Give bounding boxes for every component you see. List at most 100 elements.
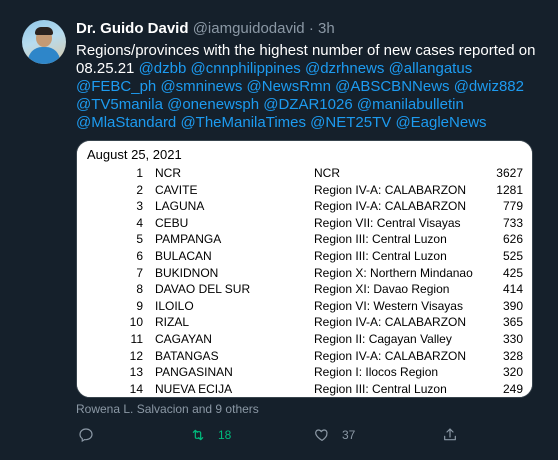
table-cell-rank: 4	[136, 215, 143, 230]
share-icon	[444, 428, 456, 441]
table-row: 6 BULACAN Region III: Central Luzon 525	[77, 248, 532, 264]
mention-list: @dzbb @cnnphilippines @dzrhnews @allanga…	[76, 60, 524, 131]
reply-button[interactable]	[78, 424, 94, 446]
table-row: 7 BUKIDNON Region X: Northern Mindanao 425	[77, 265, 532, 281]
table-cell-region: Region III: Central Luzon	[314, 381, 447, 396]
table-cell-region: Region IV-A: CALABARZON	[314, 315, 467, 330]
author-handle[interactable]: @iamguidodavid	[193, 20, 305, 37]
mention-link[interactable]: @FEBC_ph	[76, 78, 156, 95]
mention-link[interactable]: @MlaStandard	[76, 114, 176, 131]
author-name[interactable]: Dr. Guido David	[76, 20, 189, 37]
mention-link[interactable]: @manilabulletin	[357, 96, 464, 113]
table-row: 13 PANGASINAN Region I: Ilocos Region 320	[77, 364, 532, 380]
table-row: 1 NCR NCR 3627	[77, 165, 532, 181]
table-cell-province: CAGAYAN	[155, 332, 212, 346]
heart-icon	[315, 429, 328, 441]
table-cell-rank: 6	[136, 249, 143, 263]
table-cell-cases: 733	[502, 215, 523, 230]
table-cell-province: BULACAN	[155, 249, 212, 263]
table-row: 11 CAGAYAN Region II: Cagayan Valley 330	[77, 331, 532, 347]
mention-link[interactable]: @NewsRmn	[247, 78, 331, 95]
table-row: 9 ILOILO Region VI: Western Visayas 390	[77, 298, 532, 314]
table-row: 3 LAGUNA Region IV-A: CALABARZON 779	[77, 198, 532, 214]
table-cell-cases: 3627	[496, 166, 523, 180]
retweet-icon	[192, 429, 204, 441]
table-cell-region: Region XI: Davao Region	[314, 282, 450, 297]
table-cell-region: Region X: Northern Mindanao	[314, 265, 473, 280]
liked-by-text[interactable]: Rowena L. Salvacion and 9 others	[76, 402, 259, 416]
table-cell-province: DAVAO DEL SUR	[155, 282, 251, 297]
mention-link[interactable]: @dzrhnews	[305, 60, 384, 77]
table-cell-rank: 7	[136, 265, 143, 280]
table-cell-rank: 12	[129, 348, 143, 363]
table-cell-region: Region VII: Central Visayas	[314, 215, 461, 230]
table-cell-cases: 328	[502, 348, 523, 363]
mention-link[interactable]: @DZAR1026	[263, 96, 352, 113]
table-cell-cases: 249	[502, 381, 523, 396]
mention-link[interactable]: @dwiz882	[454, 78, 524, 95]
separator-dot: ·	[308, 20, 314, 37]
table-cell-province: PANGASINAN	[155, 365, 233, 380]
table-cell-rank: 13	[129, 365, 143, 380]
table-cell-region: Region II: Cagayan Valley	[314, 332, 452, 346]
retweet-count: 18	[218, 428, 232, 442]
table-cell-rank: 3	[136, 199, 143, 214]
mention-link[interactable]: @smninews	[160, 78, 242, 95]
table-row: 4 CEBU Region VII: Central Visayas 733	[77, 215, 532, 231]
table-cell-cases: 390	[502, 298, 523, 313]
mention-link[interactable]: @TV5manila	[76, 96, 163, 113]
table-cell-region: Region VI: Western Visayas	[314, 298, 463, 313]
table-cell-rank: 2	[136, 182, 143, 197]
table-cell-province: RIZAL	[155, 315, 190, 330]
table-cell-province: PAMPANGA	[155, 232, 222, 247]
table-cell-region: Region IV-A: CALABARZON	[314, 182, 467, 197]
mention-link[interactable]: @dzbb	[139, 60, 187, 77]
table-cell-province: BUKIDNON	[155, 265, 219, 280]
table-cell-province: BATANGAS	[155, 348, 219, 363]
table-cell-rank: 8	[136, 282, 143, 297]
table-cell-region: Region III: Central Luzon	[314, 249, 447, 263]
table-cell-cases: 425	[502, 265, 523, 280]
mention-link[interactable]: @TheManilaTimes	[180, 114, 306, 131]
mention-link[interactable]: @allangatus	[389, 60, 473, 77]
table-row: 14 NUEVA ECIJA Region III: Central Luzon 24…	[77, 381, 532, 397]
table-row: 12 BATANGAS Region IV-A: CALABARZON 328	[77, 348, 532, 364]
table-row: 2 CAVITE Region IV-A: CALABARZON 1281	[77, 182, 532, 198]
table-cell-cases: 1281	[496, 182, 523, 197]
table-cell-rank: 14	[129, 381, 143, 396]
case-table-sheet: August 25, 2021 1 NCR NCR 3627 2 CAVITE Region…	[77, 141, 532, 397]
mention-link[interactable]: @cnnphilippines	[191, 60, 301, 77]
table-cell-region: Region IV-A: CALABARZON	[314, 199, 467, 214]
table-row: 10 RIZAL Region IV-A: CALABARZON 365	[77, 314, 532, 330]
like-button[interactable]: 37	[314, 424, 355, 446]
table-cell-province: LAGUNA	[155, 199, 205, 214]
avatar-body-shape	[28, 47, 60, 64]
table-cell-province: ILOILO	[155, 298, 194, 313]
mention-link[interactable]: @ABSCBNNews	[335, 78, 449, 95]
table-cell-cases: 365	[502, 315, 523, 330]
table-cell-rank: 10	[129, 315, 143, 330]
table-cell-rank: 5	[136, 232, 143, 247]
table-cell-rank: 9	[136, 298, 143, 313]
mention-link[interactable]: @onenewsph	[167, 96, 259, 113]
table-row: 5 PAMPANGA Region III: Central Luzon 626	[77, 231, 532, 247]
table-cell-cases: 414	[502, 282, 523, 297]
tweet-text: Regions/provinces with the highest numbe…	[76, 42, 536, 132]
table-date: August 25, 2021	[87, 147, 182, 162]
table-cell-region: Region III: Central Luzon	[314, 232, 447, 247]
table-cell-province: NUEVA ECIJA	[155, 381, 233, 396]
share-button[interactable]	[442, 424, 458, 446]
tweet-image[interactable]: August 25, 2021 1 NCR NCR 3627 2 CAVITE Region…	[76, 140, 533, 398]
table-cell-region: Region IV-A: CALABARZON	[314, 348, 467, 363]
retweet-button[interactable]: 18	[190, 424, 231, 446]
table-cell-cases: 626	[502, 232, 523, 247]
table-row: 8 DAVAO DEL SUR Region XI: Davao Region 414	[77, 281, 532, 297]
table-cell-cases: 330	[502, 332, 523, 346]
table-cell-province: CAVITE	[155, 182, 198, 197]
table-cell-province: NCR	[155, 166, 181, 180]
table-cell-rank: 1	[136, 166, 143, 180]
mention-link[interactable]: @EagleNews	[395, 114, 486, 131]
avatar[interactable]	[22, 20, 66, 64]
mention-link[interactable]: @NET25TV	[310, 114, 391, 131]
tweet-time[interactable]: 3h	[318, 20, 335, 37]
